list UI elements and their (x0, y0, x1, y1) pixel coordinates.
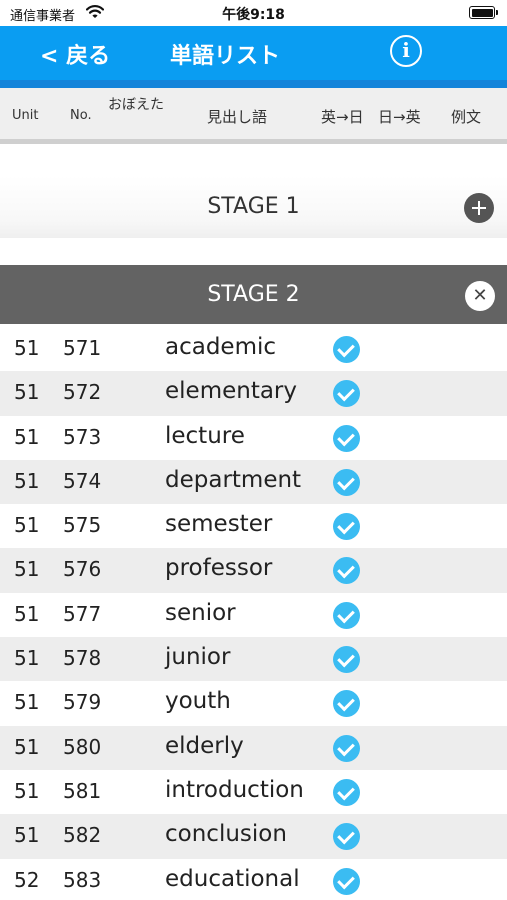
check-icon[interactable] (333, 336, 360, 363)
row-number: 582 (63, 823, 102, 848)
info-icon[interactable]: i (390, 35, 422, 67)
battery-icon (469, 6, 498, 19)
row-unit: 51 (14, 424, 40, 449)
row-unit: 51 (14, 646, 40, 671)
stage-2-title: STAGE 2 (207, 282, 300, 307)
row-number: 580 (63, 734, 102, 759)
row-number: 575 (63, 513, 102, 538)
row-headword: introduction (165, 776, 304, 803)
status-bar: 通信事業者 午後9:18 (0, 0, 507, 26)
row-number: 581 (63, 778, 102, 803)
row-unit: 51 (14, 468, 40, 493)
collapse-close-icon[interactable]: ✕ (465, 281, 495, 311)
row-headword: elementary (165, 378, 298, 405)
check-icon[interactable] (333, 557, 360, 585)
row-headword: youth (165, 688, 231, 715)
row-unit: 51 (14, 380, 40, 405)
check-icon[interactable] (333, 601, 360, 629)
word-row[interactable]: 51 581 introduction (0, 770, 507, 814)
word-row[interactable]: 51 578 junior (0, 637, 507, 682)
word-row[interactable]: 51 573 lecture (0, 416, 507, 460)
row-headword: junior (165, 644, 231, 671)
row-headword: lecture (165, 422, 245, 449)
stage-1-header[interactable]: STAGE 1 (0, 176, 507, 238)
column-ja-en[interactable]: 日→英 (378, 106, 421, 127)
column-en-ja[interactable]: 英→日 (321, 106, 364, 127)
check-icon[interactable] (333, 468, 360, 496)
row-number: 572 (63, 380, 102, 405)
check-icon[interactable] (333, 734, 360, 762)
check-icon[interactable] (333, 823, 360, 851)
status-time: 午後9:18 (222, 7, 285, 23)
word-row[interactable]: 51 574 department (0, 459, 507, 505)
column-header: Unit No. おぼえた 見出し語 英→日 日→英 例文 (0, 88, 507, 144)
row-unit: 51 (14, 734, 40, 759)
row-number: 576 (63, 557, 102, 582)
expand-plus-icon[interactable] (464, 193, 494, 223)
row-unit: 52 (14, 867, 40, 892)
row-unit: 51 (14, 823, 40, 848)
page-title: 単語リスト (170, 44, 281, 69)
row-unit: 51 (14, 557, 40, 582)
column-example[interactable]: 例文 (451, 106, 481, 127)
row-number: 574 (63, 468, 102, 493)
check-icon[interactable] (333, 380, 360, 408)
word-row[interactable]: 51 575 semester (0, 504, 507, 548)
word-row[interactable]: 51 576 professor (0, 548, 507, 593)
row-headword: conclusion (165, 821, 287, 848)
check-icon[interactable] (333, 690, 360, 718)
word-row[interactable]: 51 579 youth (0, 681, 507, 725)
row-headword: semester (165, 511, 273, 538)
row-number: 571 (63, 336, 102, 360)
column-number[interactable]: No. (70, 108, 92, 123)
row-unit: 51 (14, 690, 40, 715)
check-icon[interactable] (333, 646, 360, 674)
word-list: 51 571 academic 51 572 elementary 51 573 lecture… (0, 327, 507, 900)
row-unit: 51 (14, 336, 40, 360)
word-row[interactable]: 51 582 conclusion (0, 814, 507, 859)
word-row[interactable]: 51 577 senior (0, 593, 507, 637)
row-headword: elderly (165, 732, 244, 759)
row-headword: educational (165, 865, 300, 892)
row-number: 583 (63, 867, 102, 892)
word-row[interactable]: 51 571 academic (0, 327, 507, 371)
check-icon[interactable] (333, 424, 360, 452)
column-memorized[interactable]: おぼえた (108, 94, 164, 116)
column-headword[interactable]: 見出し語 (207, 106, 267, 127)
row-number: 577 (63, 601, 102, 626)
word-row[interactable]: 51 580 elderly (0, 725, 507, 770)
check-icon[interactable] (333, 867, 360, 895)
check-icon[interactable] (333, 778, 360, 806)
row-headword: senior (165, 599, 236, 626)
row-headword: academic (165, 334, 277, 360)
check-icon[interactable] (333, 513, 360, 541)
column-unit[interactable]: Unit (12, 108, 38, 123)
stage-1-title: STAGE 1 (207, 194, 300, 219)
back-button[interactable]: < 戻る (40, 38, 110, 70)
row-headword: professor (165, 555, 273, 582)
row-unit: 51 (14, 601, 40, 626)
row-headword: department (165, 466, 302, 493)
stage-2-header[interactable]: STAGE 2 ✕ (0, 265, 507, 324)
row-unit: 51 (14, 513, 40, 538)
nav-bar-divider (0, 80, 507, 88)
word-row[interactable]: 52 583 educational (0, 859, 507, 900)
row-number: 579 (63, 690, 102, 715)
word-row[interactable]: 51 572 elementary (0, 371, 507, 416)
row-number: 573 (63, 424, 102, 449)
row-unit: 51 (14, 778, 40, 803)
row-number: 578 (63, 646, 102, 671)
